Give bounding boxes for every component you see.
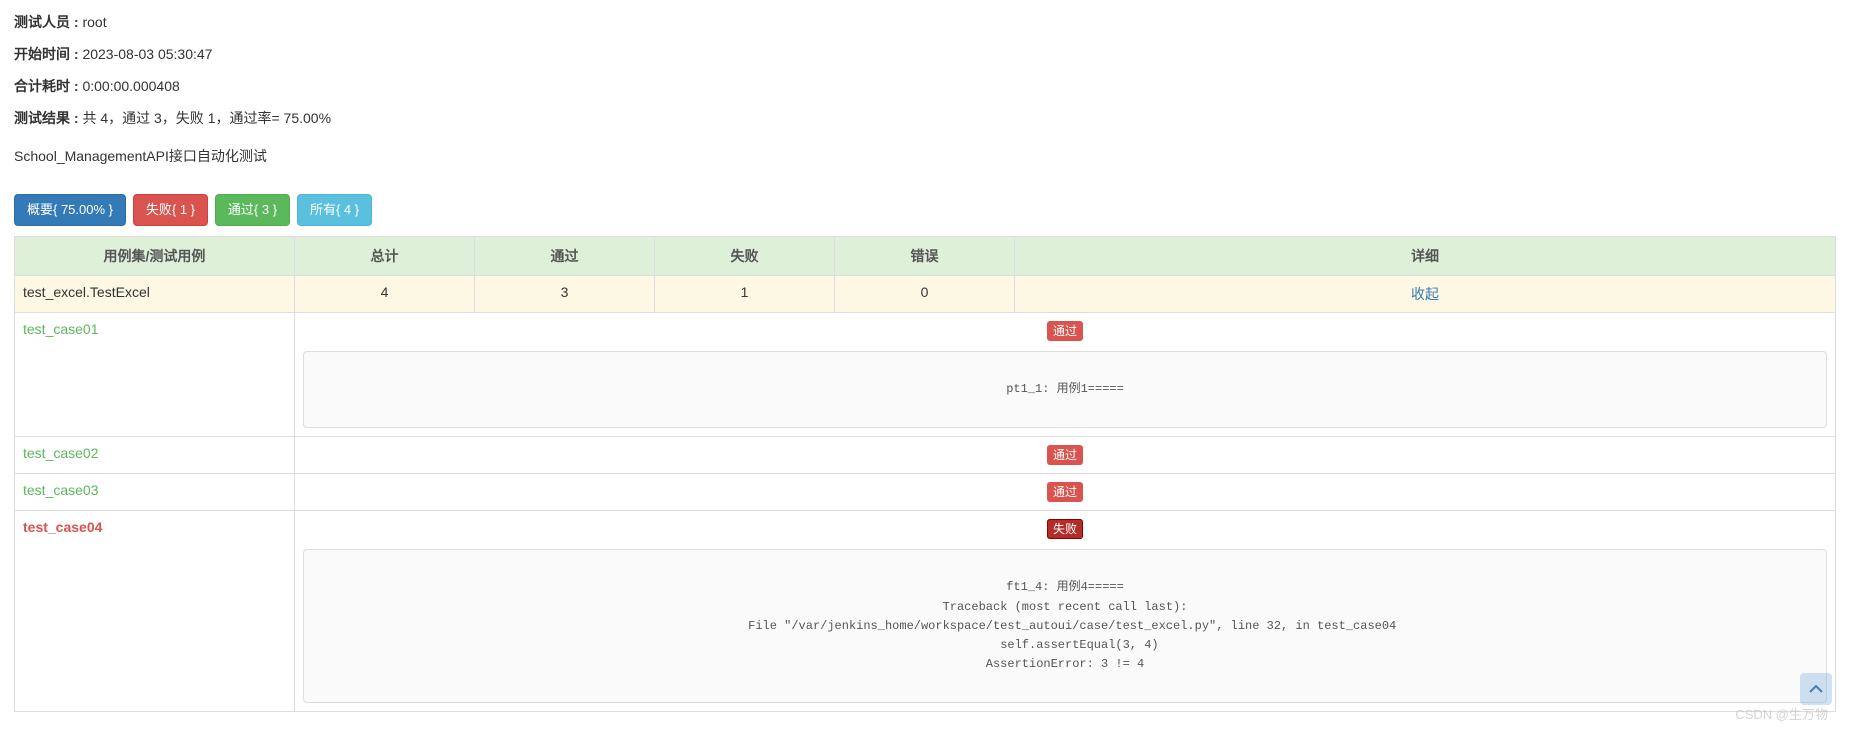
meta-result-label: 测试结果 : — [14, 110, 82, 126]
meta-duration-label: 合计耗时 : — [14, 78, 82, 94]
meta-duration: 合计耗时 : 0:00:00.000408 — [14, 76, 1836, 96]
case-row: test_case03 通过 — [15, 474, 1836, 511]
suite-total: 4 — [295, 276, 475, 313]
meta-start: 开始时间 : 2023-08-03 05:30:47 — [14, 44, 1836, 64]
log-panel: pt1_1: 用例1===== — [303, 351, 1827, 428]
header-suite: 用例集/测试用例 — [15, 237, 295, 276]
status-badge[interactable]: 通过 — [1047, 321, 1083, 341]
header-total: 总计 — [295, 237, 475, 276]
suite-name: test_excel.TestExcel — [15, 276, 295, 313]
status-badge[interactable]: 失败 — [1047, 519, 1083, 539]
case-name[interactable]: test_case04 — [23, 519, 102, 535]
log-panel: ft1_4: 用例4===== Traceback (most recent c… — [303, 549, 1827, 703]
meta-duration-value: 0:00:00.000408 — [82, 78, 179, 94]
all-button[interactable]: 所有{ 4 } — [297, 194, 372, 226]
case-name-cell: test_case04 — [15, 511, 295, 712]
report-description: School_ManagementAPI接口自动化测试 — [14, 146, 1836, 166]
suite-detail-cell: 收起 — [1015, 276, 1836, 313]
meta-result-value: 共 4，通过 3，失败 1，通过率= 75.00% — [82, 110, 331, 126]
case-result-cell: 通过 — [295, 437, 1836, 474]
case-name[interactable]: test_case02 — [23, 445, 99, 461]
case-name[interactable]: test_case01 — [23, 321, 99, 337]
case-result-cell: 失败 ft1_4: 用例4===== Traceback (most recent… — [295, 511, 1836, 712]
collapse-link[interactable]: 收起 — [1411, 286, 1439, 302]
suite-error: 0 — [835, 276, 1015, 313]
case-name-cell: test_case02 — [15, 437, 295, 474]
filter-button-row: 概要{ 75.00% } 失败{ 1 } 通过{ 3 } 所有{ 4 } — [14, 194, 1836, 226]
case-row: test_case02 通过 — [15, 437, 1836, 474]
fail-button[interactable]: 失败{ 1 } — [133, 194, 208, 226]
summary-button[interactable]: 概要{ 75.00% } — [14, 194, 126, 226]
meta-tester: 测试人员 : root — [14, 12, 1836, 32]
header-fail: 失败 — [655, 237, 835, 276]
meta-start-label: 开始时间 : — [14, 46, 82, 62]
suite-fail: 1 — [655, 276, 835, 313]
table-header-row: 用例集/测试用例 总计 通过 失败 错误 详细 — [15, 237, 1836, 276]
scroll-to-top-button[interactable] — [1800, 673, 1832, 705]
case-row: test_case01 通过 pt1_1: 用例1===== — [15, 313, 1836, 437]
suite-pass: 3 — [475, 276, 655, 313]
meta-result: 测试结果 : 共 4，通过 3，失败 1，通过率= 75.00% — [14, 108, 1836, 128]
case-name[interactable]: test_case03 — [23, 482, 99, 498]
header-error: 错误 — [835, 237, 1015, 276]
header-detail: 详细 — [1015, 237, 1836, 276]
meta-tester-value: root — [82, 14, 106, 30]
case-result-cell: 通过 pt1_1: 用例1===== — [295, 313, 1836, 437]
pass-button[interactable]: 通过{ 3 } — [215, 194, 290, 226]
case-result-cell: 通过 — [295, 474, 1836, 511]
suite-row: test_excel.TestExcel4310 收起 — [15, 276, 1836, 313]
header-pass: 通过 — [475, 237, 655, 276]
chevron-up-icon — [1808, 681, 1824, 697]
status-badge[interactable]: 通过 — [1047, 445, 1083, 465]
meta-block: 测试人员 : root 开始时间 : 2023-08-03 05:30:47 合… — [14, 12, 1836, 128]
case-name-cell: test_case01 — [15, 313, 295, 437]
results-table: 用例集/测试用例 总计 通过 失败 错误 详细 test_excel.TestE… — [14, 236, 1836, 712]
meta-tester-label: 测试人员 : — [14, 14, 82, 30]
meta-start-value: 2023-08-03 05:30:47 — [82, 46, 212, 62]
case-name-cell: test_case03 — [15, 474, 295, 511]
status-badge[interactable]: 通过 — [1047, 482, 1083, 502]
case-row: test_case04 失败 ft1_4: 用例4===== Traceback (… — [15, 511, 1836, 712]
